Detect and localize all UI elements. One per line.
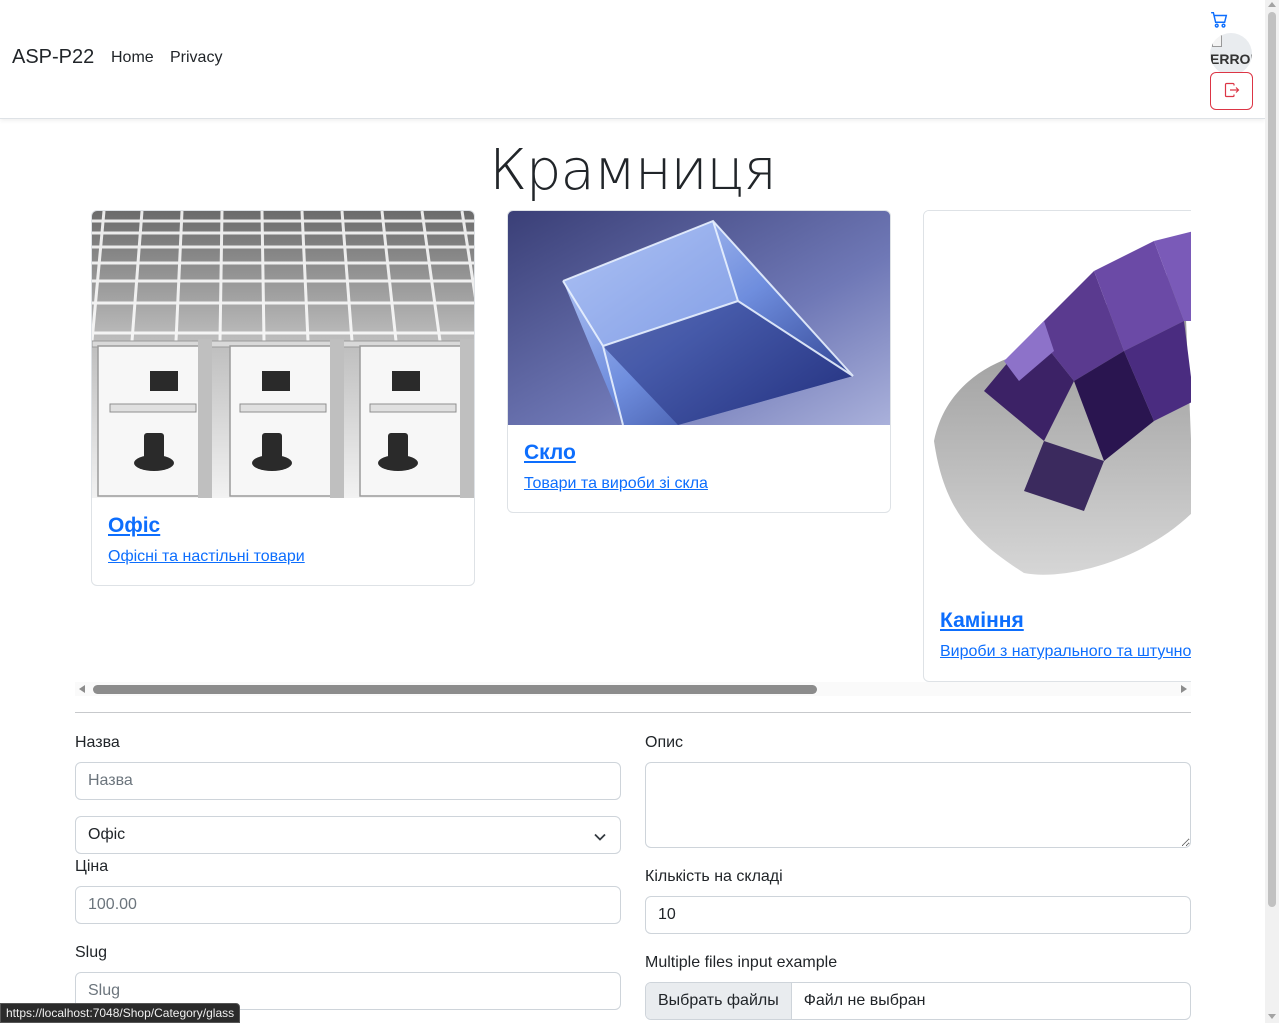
category-card-stone[interactable]: Каміння Вироби з натурального та штучног… bbox=[923, 210, 1191, 682]
brand-link[interactable]: ASP-P22 bbox=[12, 46, 94, 69]
name-label: Назва bbox=[75, 734, 120, 751]
price-label: Ціна bbox=[75, 858, 109, 875]
description-textarea[interactable] bbox=[645, 762, 1191, 848]
chevron-down-icon bbox=[594, 829, 606, 847]
category-description-link[interactable]: Офісні та настільні товари bbox=[108, 548, 458, 566]
divider bbox=[75, 712, 1191, 713]
cart-icon[interactable] bbox=[1210, 11, 1228, 29]
slug-label: Slug bbox=[75, 944, 108, 961]
category-title-link[interactable]: Скло bbox=[524, 441, 874, 465]
logout-button[interactable] bbox=[1210, 72, 1253, 110]
category-card-glass[interactable]: Скло Товари та вироби зі скла bbox=[507, 210, 891, 513]
page-scrollbar[interactable] bbox=[1265, 0, 1279, 1023]
carousel-scrollbar[interactable] bbox=[75, 682, 1191, 696]
scroll-left-arrow-icon[interactable] bbox=[79, 685, 85, 693]
category-title-link[interactable]: Офіс bbox=[108, 514, 458, 538]
description-label: Опис bbox=[645, 734, 684, 751]
scroll-down-arrow-icon[interactable] bbox=[1268, 1014, 1276, 1019]
name-input[interactable] bbox=[75, 762, 621, 800]
category-select-value: Офіс bbox=[88, 826, 126, 843]
scroll-up-arrow-icon[interactable] bbox=[1268, 2, 1276, 7]
page-scroll-thumb[interactable] bbox=[1268, 12, 1276, 907]
nav-home-link[interactable]: Home bbox=[111, 49, 154, 67]
category-carousel[interactable]: Офіс Офісні та настільні товари Скло Тов… bbox=[75, 210, 1191, 682]
category-image-glass[interactable] bbox=[508, 211, 890, 425]
category-card-office[interactable]: Офіс Офісні та настільні товари bbox=[91, 210, 475, 586]
scroll-right-arrow-icon[interactable] bbox=[1181, 685, 1187, 693]
carousel-scroll-thumb[interactable] bbox=[93, 685, 817, 694]
avatar[interactable]: ERROR bbox=[1210, 33, 1252, 75]
price-input[interactable] bbox=[75, 886, 621, 924]
broken-image-icon bbox=[1212, 35, 1222, 47]
category-image-office[interactable] bbox=[92, 211, 474, 498]
category-description-link[interactable]: Вироби з натурального та штучного камінн… bbox=[940, 643, 1191, 661]
navbar: ASP-P22 Home Privacy ERROR bbox=[0, 0, 1265, 119]
nav-privacy-link[interactable]: Privacy bbox=[170, 49, 222, 67]
box-arrow-right-icon bbox=[1224, 82, 1240, 101]
card-body: Скло Товари та вироби зі скла bbox=[508, 425, 890, 509]
files-status: Файл не выбран bbox=[803, 992, 926, 1009]
category-title-link[interactable]: Каміння bbox=[940, 609, 1191, 633]
status-bar-url: https://localhost:7048/Shop/Category/gla… bbox=[0, 1003, 241, 1023]
category-select[interactable]: Офіс bbox=[75, 816, 621, 854]
card-body: Офіс Офісні та настільні товари bbox=[92, 498, 474, 582]
category-description-link[interactable]: Товари та вироби зі скла bbox=[524, 475, 874, 493]
card-body: Каміння Вироби з натурального та штучног… bbox=[924, 593, 1191, 677]
page-title: Крамниця bbox=[489, 138, 777, 203]
choose-files-button[interactable]: Выбрать файлы bbox=[646, 983, 792, 1019]
files-input[interactable]: Выбрать файлы Файл не выбран bbox=[645, 982, 1191, 1020]
files-label: Multiple files input example bbox=[645, 954, 838, 971]
category-image-stone[interactable] bbox=[924, 211, 1191, 593]
avatar-alt-text: ERROR bbox=[1210, 51, 1252, 67]
stock-input[interactable] bbox=[645, 896, 1191, 934]
stock-label: Кількість на складі bbox=[645, 868, 783, 885]
